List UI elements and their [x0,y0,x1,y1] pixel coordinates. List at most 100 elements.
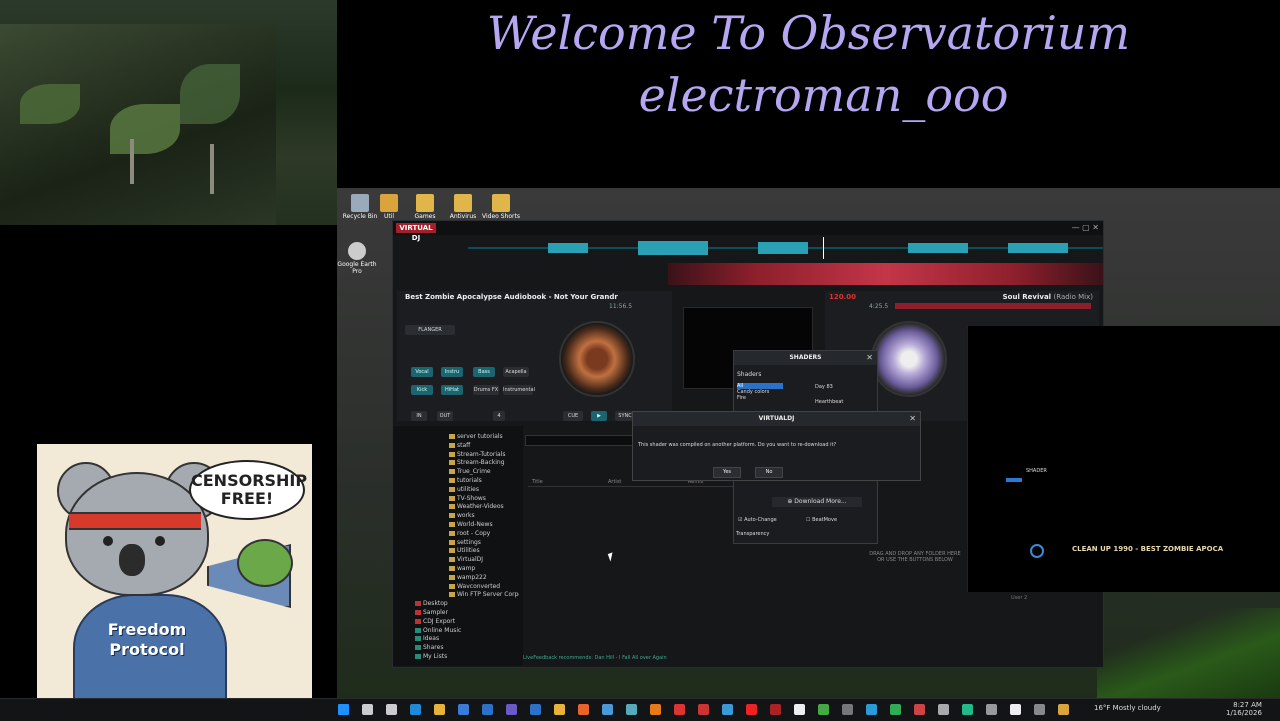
app-icon[interactable] [914,704,925,715]
col-title[interactable]: Title [532,479,543,485]
teams-icon[interactable] [506,704,517,715]
search-icon[interactable] [362,704,373,715]
opera-icon[interactable] [746,704,757,715]
effect-select[interactable]: FLANGER [405,325,455,335]
folder-item[interactable]: True_Crime [401,468,519,477]
close-icon[interactable]: ✕ [909,414,916,423]
col-artist[interactable]: Artist [608,479,621,485]
app-icon[interactable] [818,704,829,715]
beatmove-checkbox[interactable]: ☐ BeatMove [806,517,837,523]
stem-drumsfx-button[interactable]: Drums FX [473,385,499,395]
cue-button[interactable]: CUE [563,411,583,421]
app-icon[interactable] [842,704,853,715]
stem-vocal-button[interactable]: Vocal [411,367,433,377]
app-icon[interactable] [866,704,877,715]
folder-item[interactable]: Online Music [401,627,519,636]
notepad-icon[interactable] [626,704,637,715]
stem-instrumental-button[interactable]: Instrumental [503,385,535,395]
folder-item[interactable]: Shares [401,644,519,653]
stem-acapella-button[interactable]: Acapella [503,367,529,377]
explorer-icon[interactable] [434,704,445,715]
stem-instru-button[interactable]: Instru [441,367,463,377]
app-icon[interactable] [698,704,709,715]
task-view-icon[interactable] [386,704,397,715]
folder-item[interactable]: works [401,512,519,521]
outlook-icon[interactable] [530,704,541,715]
auto-change-checkbox[interactable]: ☑ Auto-Change [738,517,777,523]
obs-icon[interactable] [794,704,805,715]
antivirus-folder-icon[interactable]: Antivirus [443,194,483,220]
yes-button[interactable]: Yes [713,467,741,478]
edge-icon[interactable] [410,704,421,715]
google-earth-icon[interactable]: Google Earth Pro [333,242,381,275]
folder-item[interactable]: utilities [401,486,519,495]
app-icon[interactable] [722,704,733,715]
loop-in-button[interactable]: IN [411,411,427,421]
folder-item[interactable]: Wavconverted [401,583,519,592]
chrome-icon[interactable] [554,704,565,715]
app-icon[interactable] [962,704,973,715]
folder-item[interactable]: Stream-Tutorials [401,451,519,460]
vdj-icon[interactable] [770,704,781,715]
app-icon[interactable] [1058,704,1069,715]
shader-item[interactable]: Hearthbeat [790,391,870,405]
mail-icon[interactable] [482,704,493,715]
search-input[interactable] [525,435,637,446]
folder-item[interactable]: Win FTP Server Corporate 7.3.9 [401,591,519,600]
folder-item[interactable]: settings [401,539,519,548]
photos-icon[interactable] [602,704,613,715]
loop-out-button[interactable]: OUT [437,411,453,421]
folder-item[interactable]: wamp [401,565,519,574]
firefox-icon[interactable] [578,704,589,715]
loop-size[interactable]: 4 [493,411,505,421]
deck-left-title: Best Zombie Apocalypse Audiobook - Not Y… [405,293,618,301]
vlc-icon[interactable] [650,704,661,715]
video-shorts-folder-icon[interactable]: Video Shorts [481,194,521,220]
folder-item[interactable]: My Lists [401,653,519,662]
start-icon[interactable] [338,704,349,715]
games-folder-icon[interactable]: Games [405,194,445,220]
play-button[interactable]: ▶ [591,411,607,421]
folder-item[interactable]: TV-Shows [401,495,519,504]
app-icon[interactable] [1034,704,1045,715]
folder-icon [449,477,455,483]
stem-kick-button[interactable]: Kick [411,385,433,395]
app-icon[interactable] [938,704,949,715]
folder-item[interactable]: server tutorials [401,433,519,442]
folder-item[interactable]: wamp222 [401,574,519,583]
folder-item[interactable]: Ideas [401,635,519,644]
util-folder-icon[interactable]: Util [369,194,409,220]
folder-item[interactable]: Weather-Videos [401,503,519,512]
folder-item[interactable]: tutorials [401,477,519,486]
window-controls[interactable]: — ▢ ✕ [1072,223,1099,232]
app-icon[interactable] [674,704,685,715]
waveform-right[interactable] [668,263,1103,285]
jog-wheel-right[interactable] [871,321,947,397]
stem-hihat-button[interactable]: HiHat [441,385,463,395]
folder-item[interactable]: Desktop [401,600,519,609]
weather-widget[interactable]: 16°F Mostly cloudy [1094,704,1161,712]
app-icon[interactable] [986,704,997,715]
waveform-left[interactable] [468,237,1103,259]
folder-item[interactable]: staff [401,442,519,451]
deck-right-progress[interactable] [895,303,1091,309]
folder-item[interactable]: Sampler [401,609,519,618]
app-icon[interactable] [890,704,901,715]
folder-item[interactable]: World-News [401,521,519,530]
download-more-button[interactable]: ⊕ Download More... [772,497,862,507]
app-icon[interactable] [1010,704,1021,715]
title-banner: Welcome To Observatorium electroman_ooo [337,0,1280,188]
no-button[interactable]: No [755,467,783,478]
shader-item[interactable]: Day 83 [790,383,870,391]
clock[interactable]: 8:27 AM 1/16/2026 [1226,701,1262,717]
folder-item[interactable]: VirtualDJ [401,556,519,565]
jog-wheel-left[interactable] [559,321,635,397]
folder-item[interactable]: Stream-Backing [401,459,519,468]
stem-bass-button[interactable]: Bass [473,367,495,377]
store-icon[interactable] [458,704,469,715]
folder-item[interactable]: Utilities [401,547,519,556]
folder-item[interactable]: CDJ Export [401,618,519,627]
folder-item[interactable]: root - Copy [401,530,519,539]
close-icon[interactable]: ✕ [866,353,873,362]
category-fire[interactable]: Fire [737,395,783,401]
